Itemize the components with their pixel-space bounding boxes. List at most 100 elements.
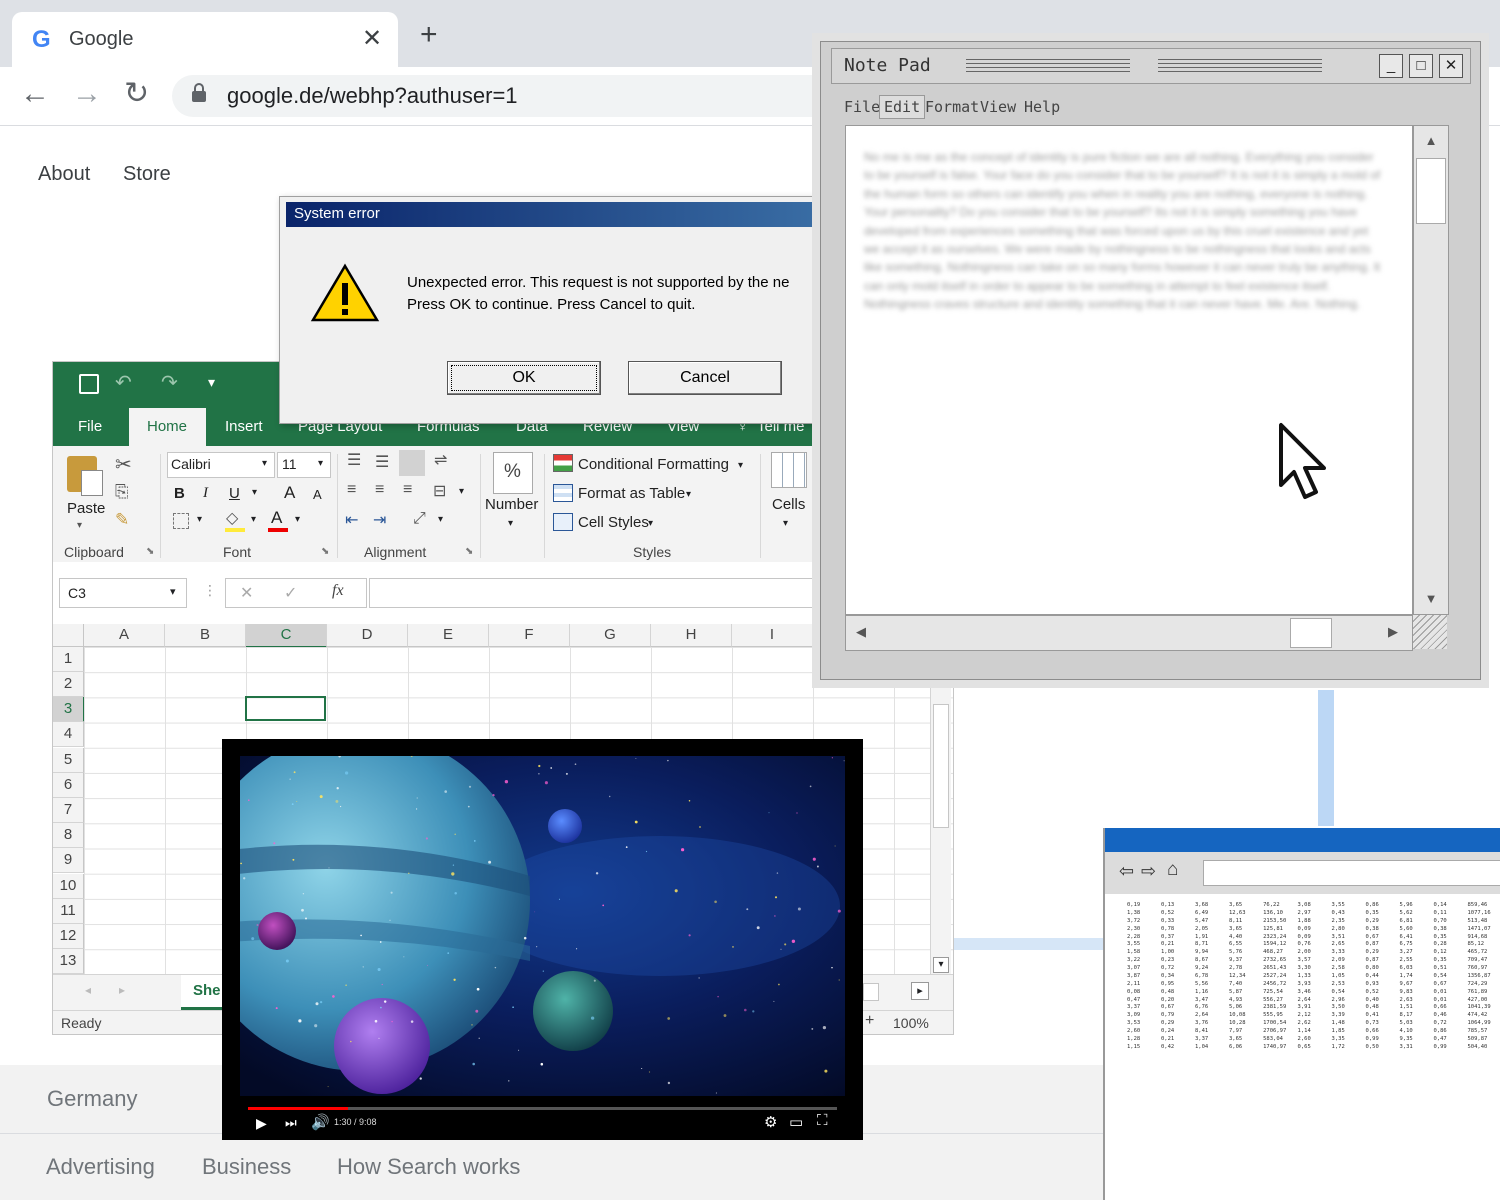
- settings-gear-icon[interactable]: ⚙: [764, 1113, 777, 1131]
- chevron-down-icon[interactable]: ▾: [783, 518, 788, 529]
- select-all-corner[interactable]: [53, 624, 84, 647]
- row-header[interactable]: 5: [53, 748, 84, 773]
- cells-icon[interactable]: [771, 452, 807, 488]
- row-header[interactable]: 11: [53, 899, 84, 924]
- close-tab-icon[interactable]: ✕: [362, 24, 382, 53]
- tab-home[interactable]: Home: [129, 408, 206, 446]
- align-center-icon[interactable]: ≡: [375, 481, 384, 499]
- video-progress-track[interactable]: [248, 1107, 837, 1110]
- notepad-menu-file[interactable]: File: [844, 98, 880, 116]
- chevron-down-icon[interactable]: ▾: [508, 518, 513, 529]
- top-align-icon[interactable]: ☰: [347, 450, 361, 470]
- italic-button[interactable]: I: [203, 485, 208, 502]
- dialog-launcher-icon[interactable]: ⬊: [465, 546, 473, 557]
- row-header[interactable]: 6: [53, 773, 84, 798]
- scroll-right-icon[interactable]: ▶: [1388, 624, 1398, 640]
- wrap-text-icon[interactable]: ⇌: [434, 450, 447, 470]
- new-tab-icon[interactable]: +: [420, 20, 438, 50]
- reload-icon[interactable]: ↻: [124, 79, 149, 109]
- hscroll-thumb[interactable]: [1290, 618, 1332, 648]
- column-header[interactable]: E: [408, 624, 489, 647]
- zoom-in-icon[interactable]: +: [865, 1012, 874, 1030]
- resize-grip-icon[interactable]: [1413, 615, 1447, 649]
- middle-align-icon[interactable]: ☰: [375, 452, 389, 472]
- bottom-align-icon[interactable]: [399, 450, 425, 476]
- format-as-table-button[interactable]: Format as Table: [578, 485, 685, 502]
- zoom-level[interactable]: 100%: [893, 1015, 929, 1031]
- increase-indent-icon[interactable]: ⇥: [373, 510, 386, 530]
- notepad-hscroll[interactable]: ◀ ▶: [845, 615, 1413, 651]
- volume-icon[interactable]: 🔊: [311, 1113, 330, 1131]
- scroll-down-icon[interactable]: ▾: [933, 957, 949, 973]
- selected-cell-c3[interactable]: [245, 696, 326, 721]
- shrink-font-button[interactable]: A: [313, 487, 322, 502]
- home-icon[interactable]: ⌂: [1167, 859, 1178, 881]
- cancel-button[interactable]: Cancel: [628, 361, 782, 395]
- mini-address-bar[interactable]: [1203, 860, 1500, 886]
- number-format-icon[interactable]: %: [493, 452, 533, 494]
- notepad-menu-view[interactable]: View: [980, 98, 1016, 116]
- cut-icon[interactable]: ✂: [115, 452, 132, 477]
- scroll-down-icon[interactable]: ▼: [1414, 584, 1448, 614]
- scroll-left-icon[interactable]: ◀: [856, 624, 866, 640]
- notepad-vscroll[interactable]: ▲ ▼: [1413, 125, 1449, 615]
- next-icon[interactable]: ⏭: [285, 1115, 297, 1131]
- tab-file[interactable]: File: [78, 418, 102, 435]
- column-header[interactable]: B: [165, 624, 246, 647]
- chevron-down-icon[interactable]: ▾: [252, 487, 257, 498]
- column-header[interactable]: F: [489, 624, 570, 647]
- font-name-dropdown[interactable]: Calibri ▾: [167, 452, 275, 478]
- undo-icon[interactable]: ↶: [115, 370, 132, 395]
- footer-advertising-link[interactable]: Advertising: [46, 1154, 155, 1180]
- number-label[interactable]: Number: [485, 496, 538, 513]
- paste-dropdown-icon[interactable]: ▾: [77, 520, 82, 531]
- chevron-down-icon[interactable]: ▾: [251, 514, 256, 525]
- next-sheet-icon[interactable]: ▸: [119, 983, 125, 997]
- enter-icon[interactable]: ✓: [284, 583, 297, 603]
- borders-icon[interactable]: [173, 513, 189, 529]
- scroll-right-icon[interactable]: ▸: [911, 982, 929, 1000]
- cancel-icon[interactable]: ✕: [240, 583, 253, 603]
- align-left-icon[interactable]: ≡: [347, 481, 356, 499]
- address-bar[interactable]: google.de/webhp?authuser=1: [172, 75, 872, 117]
- forward-arrow-icon[interactable]: →: [72, 79, 102, 109]
- column-header[interactable]: A: [84, 624, 165, 647]
- column-header[interactable]: D: [327, 624, 408, 647]
- font-size-dropdown[interactable]: 11 ▾: [277, 452, 331, 478]
- decrease-indent-icon[interactable]: ⇤: [345, 510, 358, 530]
- vscroll-thumb[interactable]: [933, 704, 949, 828]
- copy-icon[interactable]: ⎘: [115, 482, 129, 502]
- ok-button[interactable]: OK: [447, 361, 601, 395]
- prev-sheet-icon[interactable]: ◂: [85, 983, 91, 997]
- row-header[interactable]: 1: [53, 647, 84, 672]
- row-header[interactable]: 4: [53, 722, 84, 747]
- forward-arrow-icon[interactable]: ⇨: [1141, 861, 1156, 882]
- row-header[interactable]: 2: [53, 672, 84, 697]
- footer-business-link[interactable]: Business: [202, 1154, 291, 1180]
- redo-icon[interactable]: ↷: [161, 370, 178, 395]
- format-painter-icon[interactable]: ✎: [115, 510, 129, 530]
- cast-icon[interactable]: ▭: [789, 1113, 803, 1131]
- row-header[interactable]: 9: [53, 848, 84, 873]
- column-header[interactable]: I: [732, 624, 813, 647]
- close-icon[interactable]: ✕: [1439, 54, 1463, 78]
- video-player[interactable]: ▶ ⏭ 🔊 1:30 / 9:08 ⚙ ▭ ⛶: [222, 739, 863, 1140]
- dialog-launcher-icon[interactable]: ⬊: [321, 546, 329, 557]
- scroll-up-icon[interactable]: ▲: [1414, 126, 1448, 156]
- column-header[interactable]: H: [651, 624, 732, 647]
- cell-styles-button[interactable]: Cell Styles: [578, 514, 649, 531]
- chevron-down-icon[interactable]: ▾: [197, 514, 202, 525]
- bold-button[interactable]: B: [174, 485, 185, 502]
- row-header[interactable]: 10: [53, 874, 84, 899]
- fill-color-icon[interactable]: ◇: [226, 508, 238, 528]
- paste-label[interactable]: Paste: [67, 500, 105, 517]
- tab-insert[interactable]: Insert: [225, 418, 263, 435]
- chevron-down-icon[interactable]: ▾: [686, 489, 691, 500]
- grow-font-button[interactable]: A: [284, 483, 295, 503]
- column-header[interactable]: G: [570, 624, 651, 647]
- orientation-icon[interactable]: ⤢: [413, 510, 426, 528]
- vscroll-thumb[interactable]: [1416, 158, 1446, 224]
- notepad-text-area[interactable]: No me is me as the concept of identity i…: [845, 125, 1413, 615]
- align-right-icon[interactable]: ≡: [403, 481, 412, 499]
- font-color-button[interactable]: A: [271, 508, 282, 528]
